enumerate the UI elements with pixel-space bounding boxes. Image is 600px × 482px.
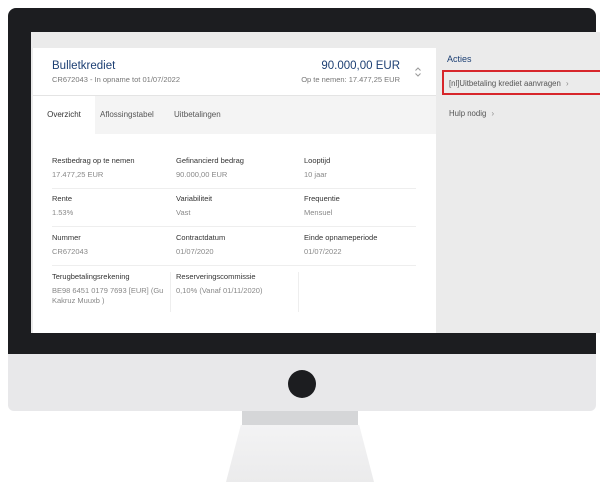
tab-overzicht[interactable]: Overzicht (33, 96, 95, 134)
detail-nummer: Nummer CR672043 (52, 233, 88, 256)
tab-bar: Overzicht Aflossingstabel Uitbetalingen (33, 96, 436, 134)
actions-panel: Acties [nl]Uitbetaling krediet aanvragen… (437, 48, 600, 333)
help-link[interactable]: Hulp nodig › (449, 109, 494, 118)
row-divider (52, 226, 416, 227)
monitor-stand (226, 425, 374, 482)
screen: Bulletkrediet CR672043 - In opname tot 0… (31, 32, 600, 333)
detail-frequentie: Frequentie Mensuel (304, 194, 340, 217)
detail-terugbetalingsrekening: Terugbetalingsrekening BE98 6451 0179 76… (52, 272, 164, 305)
detail-restbedrag: Restbedrag op te nemen 17.477,25 EUR (52, 156, 135, 179)
chevron-right-icon: › (491, 109, 495, 118)
credit-available: Op te nemen: 17.477,25 EUR (301, 75, 400, 84)
detail-contractdatum: Contractdatum 01/07/2020 (176, 233, 226, 256)
detail-einde-opnameperiode: Einde opnameperiode 01/07/2022 (304, 233, 378, 256)
credit-header[interactable]: Bulletkrediet CR672043 - In opname tot 0… (33, 48, 436, 96)
detail-looptijd: Looptijd 10 jaar (304, 156, 331, 179)
column-divider (298, 272, 299, 312)
monitor-camera (288, 370, 316, 398)
help-label: Hulp nodig (449, 109, 487, 118)
detail-reserveringscommissie: Reserveringscommissie 0,10% (Vanaf 01/11… (176, 272, 263, 295)
detail-rente: Rente 1.53% (52, 194, 74, 217)
credit-title: Bulletkrediet (52, 60, 116, 72)
tab-uitbetalingen[interactable]: Uitbetalingen (174, 96, 221, 134)
credit-subtitle: CR672043 - In opname tot 01/07/2022 (52, 75, 181, 84)
credit-amount: 90.000,00 EUR (321, 60, 400, 72)
request-disbursement-label: [nl]Uitbetaling krediet aanvragen (449, 79, 561, 88)
request-disbursement-link[interactable]: [nl]Uitbetaling krediet aanvragen › (449, 79, 569, 88)
chevron-right-icon: › (566, 79, 569, 88)
detail-gefinancierd: Gefinancierd bedrag 90.000,00 EUR (176, 156, 244, 179)
monitor-neck (242, 411, 358, 425)
actions-title: Acties (447, 54, 472, 64)
detail-variabiliteit: Variabiliteit Vast (176, 194, 213, 217)
sort-toggle-icon[interactable] (414, 66, 422, 78)
row-divider (52, 188, 416, 189)
column-divider (170, 272, 171, 312)
row-divider (52, 265, 416, 266)
tab-aflossingstabel[interactable]: Aflossingstabel (100, 96, 154, 134)
credit-card: Bulletkrediet CR672043 - In opname tot 0… (33, 48, 436, 333)
